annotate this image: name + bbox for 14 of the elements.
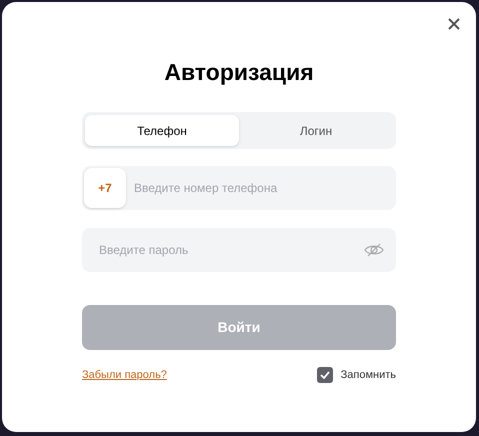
- close-icon: [448, 18, 460, 30]
- forgot-password-link[interactable]: Забыли пароль?: [82, 367, 167, 384]
- tab[interactable]: Логин: [239, 115, 393, 146]
- tab[interactable]: Телефон: [85, 115, 239, 146]
- password-input[interactable]: Введите пароль: [99, 241, 364, 259]
- close-button[interactable]: [446, 16, 462, 32]
- dialog-title: Авторизация: [164, 58, 314, 86]
- phone-field[interactable]: +7 Введите номер телефона: [82, 166, 396, 210]
- remember-label: Запомнить: [340, 368, 396, 383]
- phone-input[interactable]: Введите номер телефона: [134, 179, 396, 197]
- password-field[interactable]: Введите пароль: [82, 228, 396, 272]
- country-code: +7: [84, 168, 126, 208]
- remember-checkbox[interactable]: [316, 367, 333, 384]
- check-icon: [320, 371, 330, 380]
